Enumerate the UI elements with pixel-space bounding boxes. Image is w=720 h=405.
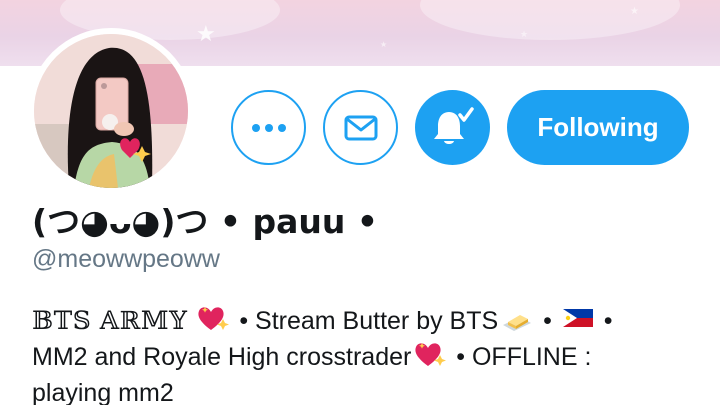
sparkling-heart-emoji: [198, 307, 230, 330]
more-options-button[interactable]: [231, 90, 306, 165]
bio-line: playing mm2: [32, 375, 702, 405]
message-button[interactable]: [323, 90, 398, 165]
star-icon: ★: [380, 40, 388, 49]
notifications-button[interactable]: [415, 90, 490, 165]
butter-emoji: [503, 315, 532, 331]
avatar[interactable]: [28, 28, 194, 194]
bio-line: 𝔹𝕋𝕊 𝔸ℝ𝕄𝕐 • Stream Butter by BTS • •: [32, 303, 702, 339]
star-icon: ★: [630, 6, 639, 17]
user-handle[interactable]: @meowwpeoww: [32, 245, 220, 274]
envelope-icon: [344, 115, 377, 140]
bio-text: • OFFLINE :: [449, 343, 592, 371]
bio-text: •: [536, 307, 559, 335]
bio-text: MM2 and Royale High crosstrader: [32, 343, 412, 371]
following-button[interactable]: Following: [507, 90, 689, 165]
bio-text: playing mm2: [32, 379, 174, 405]
banner-cloud: [420, 0, 680, 40]
bio-text: 𝔹𝕋𝕊 𝔸ℝ𝕄𝕐: [32, 306, 188, 335]
philippines-flag-emoji: [562, 309, 593, 327]
bio-line: MM2 and Royale High crosstrader • OFFLIN…: [32, 339, 702, 375]
display-name: (つ◕ᴗ◕)つ • pauu •: [32, 202, 378, 241]
notification-bell-check-icon: [433, 106, 474, 144]
sparkling-heart-emoji: [415, 343, 447, 366]
star-icon: ★: [196, 22, 216, 47]
more-options-icon: [251, 123, 286, 132]
avatar-image: [34, 34, 188, 188]
bio-text: • Stream Butter by BTS: [232, 307, 499, 335]
star-icon: ★: [520, 30, 529, 40]
bio-text: •: [596, 307, 613, 335]
profile-bio: 𝔹𝕋𝕊 𝔸ℝ𝕄𝕐 • Stream Butter by BTS • • MM2 …: [32, 303, 702, 405]
